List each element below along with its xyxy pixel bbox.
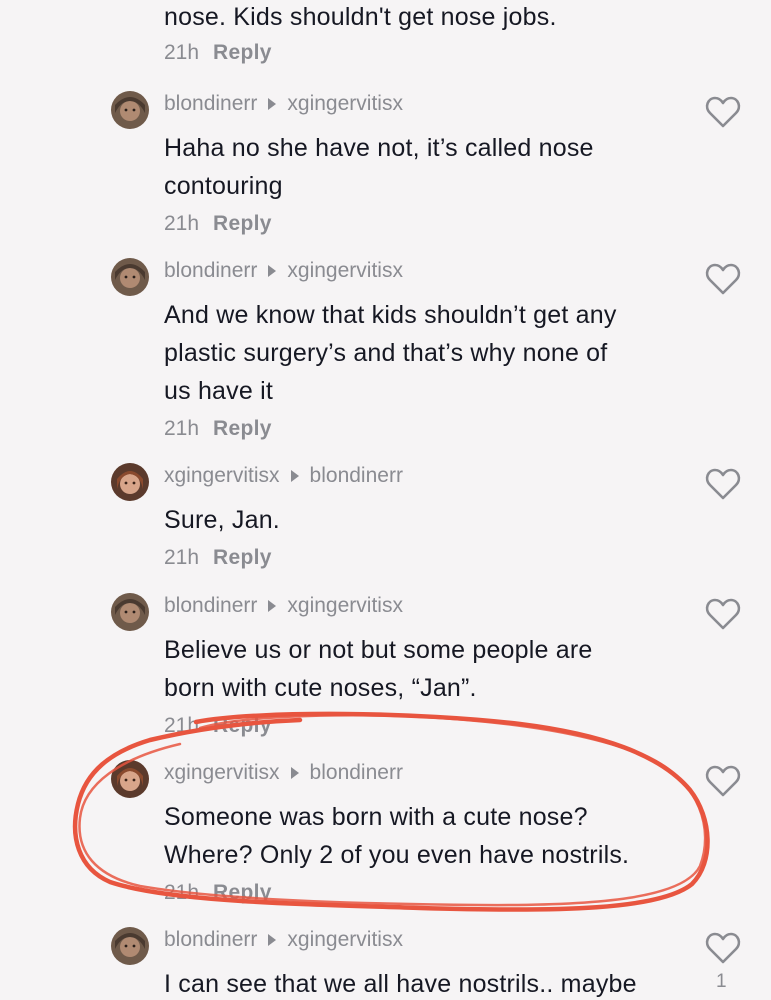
like-count: 1 (716, 971, 727, 992)
comment-text-line: I can see that we all have nostrils.. ma… (164, 970, 637, 998)
comment-meta: 21h Reply (164, 709, 684, 743)
comment-thread: nose. Kids shouldn't get nose jobs. 21h … (0, 0, 771, 1000)
comment-time: 21h (164, 417, 200, 440)
comment-text-line: Haha no she have not, it’s called nose (164, 134, 594, 162)
avatar-blondinerr[interactable] (111, 593, 149, 631)
heart-outline-icon[interactable] (705, 95, 741, 129)
comment-meta: 21h Reply (164, 36, 724, 70)
comment-body: xgingervitisx blondinerr Someone was bor… (164, 760, 684, 910)
heart-outline-icon[interactable] (705, 597, 741, 631)
comment-body: blondinerr xgingervitisx Believe us or n… (164, 593, 684, 743)
comment-users: blondinerr xgingervitisx (164, 927, 684, 953)
triangle-right-icon (268, 600, 277, 612)
triangle-right-icon (290, 470, 299, 482)
reply-button[interactable]: Reply (213, 541, 272, 575)
reply-to-user[interactable]: xgingervitisx (287, 593, 403, 619)
comment-body: xgingervitisx blondinerr Sure, Jan. 21h … (164, 463, 684, 575)
heart-outline-icon[interactable] (705, 764, 741, 798)
comment-text: nose. Kids shouldn't get nose jobs. (164, 3, 557, 31)
comment-users: blondinerr xgingervitisx (164, 593, 684, 619)
comment-text: And we know that kids shouldn’t get any … (164, 296, 674, 410)
comment-text-line: contouring (164, 172, 283, 200)
comment-time: 21h (164, 212, 200, 235)
comment-author[interactable]: blondinerr (164, 91, 257, 117)
comment-text-line: plastic surgery’s and that’s why none of (164, 339, 608, 367)
reply-to-user[interactable]: xgingervitisx (287, 91, 403, 117)
comment-text: Haha no she have not, it’s called nose c… (164, 129, 674, 205)
comment-time: 21h (164, 881, 200, 904)
reply-button[interactable]: Reply (213, 876, 272, 910)
avatar-xgingervitisx[interactable] (111, 760, 149, 798)
triangle-right-icon (290, 767, 299, 779)
comment-text: Sure, Jan. (164, 501, 674, 539)
comment-text-line: Sure, Jan. (164, 506, 280, 534)
comment-users: blondinerr xgingervitisx (164, 258, 684, 284)
comment-author[interactable]: xgingervitisx (164, 760, 280, 786)
reply-button[interactable]: Reply (213, 709, 272, 743)
comment-text-line: Where? Only 2 of you even have nostrils. (164, 841, 630, 869)
comment-text: Someone was born with a cute nose? Where… (164, 798, 674, 874)
comment-text-line: us have it (164, 377, 274, 405)
heart-outline-icon[interactable] (705, 467, 741, 501)
comment-author[interactable]: blondinerr (164, 593, 257, 619)
comment-text-line: Someone was born with a cute nose? (164, 803, 588, 831)
reply-button[interactable]: Reply (213, 412, 272, 446)
heart-outline-icon[interactable] (705, 262, 741, 296)
avatar-blondinerr[interactable] (111, 91, 149, 129)
comment-users: blondinerr xgingervitisx (164, 91, 684, 117)
comment-meta: 21h Reply (164, 876, 684, 910)
comment-users: xgingervitisx blondinerr (164, 760, 684, 786)
comment-body: blondinerr xgingervitisx I can see that … (164, 927, 684, 1000)
reply-to-user[interactable]: xgingervitisx (287, 258, 403, 284)
comment-text: Believe us or not but some people are bo… (164, 631, 674, 707)
comment-time: 21h (164, 546, 200, 569)
comment-meta: 21h Reply (164, 541, 684, 575)
comment-time: 21h (164, 714, 200, 737)
reply-button[interactable]: Reply (213, 207, 272, 241)
comment-text: I can see that we all have nostrils.. ma… (164, 965, 674, 1000)
comment-meta: 21h Reply (164, 412, 684, 446)
comment-body: blondinerr xgingervitisx Haha no she hav… (164, 91, 684, 241)
comment-text-line: And we know that kids shouldn’t get any (164, 301, 617, 329)
reply-to-user[interactable]: blondinerr (310, 760, 403, 786)
reply-to-user[interactable]: blondinerr (310, 463, 403, 489)
comment-author[interactable]: blondinerr (164, 258, 257, 284)
comment-author[interactable]: blondinerr (164, 927, 257, 953)
avatar-blondinerr[interactable] (111, 927, 149, 965)
reply-to-user[interactable]: xgingervitisx (287, 927, 403, 953)
triangle-right-icon (268, 265, 277, 277)
reply-button[interactable]: Reply (213, 36, 272, 70)
comment-meta: 21h Reply (164, 207, 684, 241)
comment-author[interactable]: xgingervitisx (164, 463, 280, 489)
heart-outline-icon[interactable] (705, 931, 741, 965)
comment-body: blondinerr xgingervitisx And we know tha… (164, 258, 684, 446)
comment-users: xgingervitisx blondinerr (164, 463, 684, 489)
comment-text-line: born with cute noses, “Jan”. (164, 674, 477, 702)
triangle-right-icon (268, 98, 277, 110)
triangle-right-icon (268, 934, 277, 946)
partial-comment: nose. Kids shouldn't get nose jobs. 21h … (164, 0, 724, 70)
avatar-xgingervitisx[interactable] (111, 463, 149, 501)
avatar-blondinerr[interactable] (111, 258, 149, 296)
comment-text-line: Believe us or not but some people are (164, 636, 593, 664)
comment-time: 21h (164, 41, 200, 64)
